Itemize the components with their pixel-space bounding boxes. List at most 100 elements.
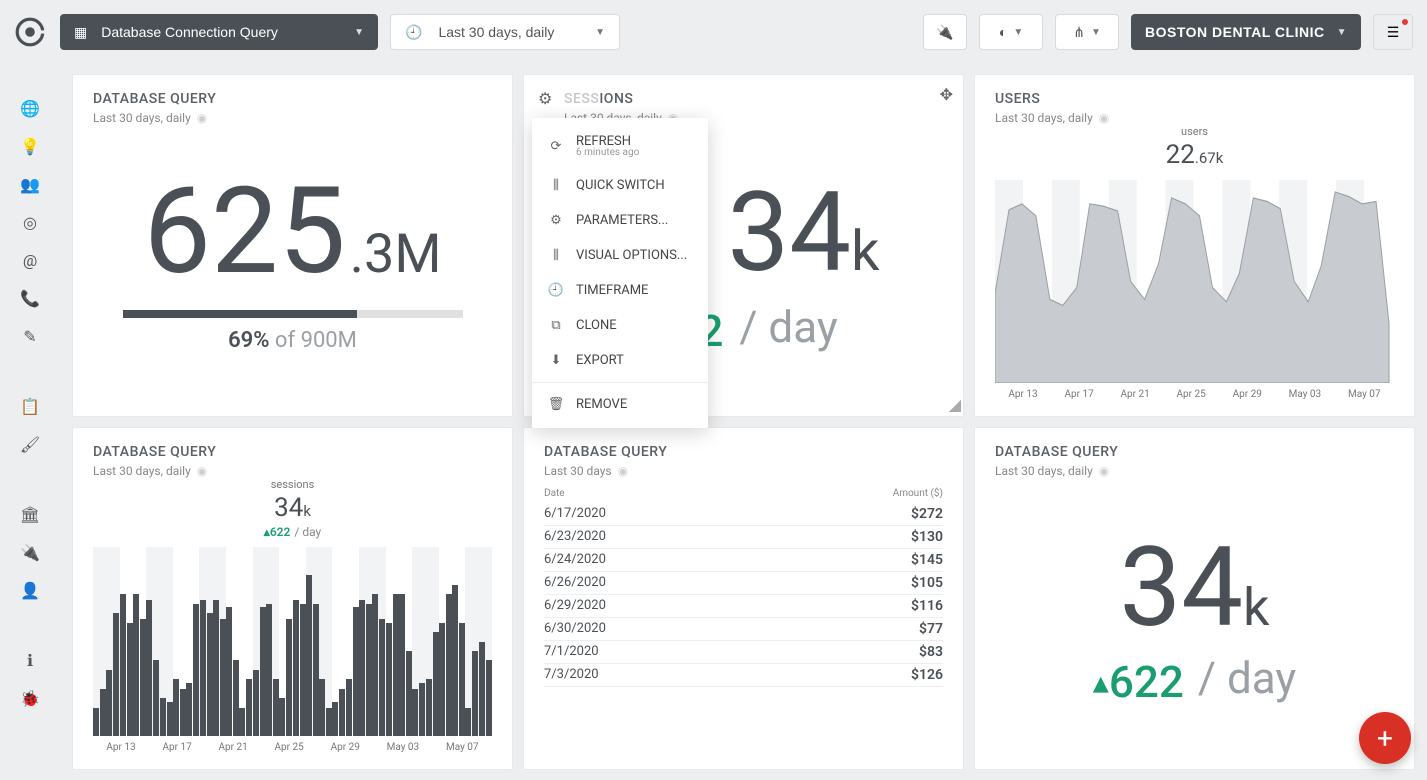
- sidebar-item-bug[interactable]: 🐞: [20, 688, 40, 708]
- org-selector[interactable]: BOSTON DENTAL CLINIC ▼: [1131, 14, 1361, 50]
- table-headers: Date Amount ($): [544, 488, 943, 499]
- metric-value: 34 k: [1119, 523, 1269, 652]
- menu-icon: ☰: [1387, 24, 1400, 41]
- table-row[interactable]: 6/26/2020$105: [544, 572, 943, 595]
- bar-group: [372, 547, 385, 736]
- main-menu-button[interactable]: ☰: [1373, 14, 1413, 50]
- clock-icon: 🕘: [405, 24, 422, 41]
- card-title: SESSIONS: [564, 91, 943, 107]
- menu-item-remove[interactable]: 🗑 REMOVE: [532, 387, 708, 422]
- chevron-down-icon: ▼: [354, 27, 364, 38]
- bar-group: [93, 547, 106, 736]
- menu-item-quick-switch[interactable]: ⫼ QUICK SWITCH: [532, 168, 708, 203]
- visibility-icon: ◉: [618, 464, 628, 478]
- metric-value: 625 .3M: [143, 172, 441, 292]
- chevron-down-icon: ▼: [595, 27, 605, 38]
- table-row[interactable]: 6/24/2020$145: [544, 549, 943, 572]
- x-axis-labels: Apr 13 Apr 17 Apr 21 Apr 25 Apr 29 May 0…: [995, 389, 1394, 400]
- menu-item-refresh[interactable]: ⟳ REFRESH6 minutes ago: [532, 124, 708, 168]
- org-label: BOSTON DENTAL CLINIC: [1145, 24, 1325, 40]
- card-subtitle: Last 30 days ◉: [544, 464, 943, 478]
- move-handle-icon[interactable]: ✥: [940, 85, 953, 104]
- card-subtitle: Last 30 days, daily ◉: [93, 464, 492, 478]
- chart-series-label: users: [995, 125, 1394, 138]
- table-row[interactable]: 6/29/2020$116: [544, 595, 943, 618]
- sidebar-item-bank[interactable]: 🏛: [20, 504, 40, 524]
- bar-group: [319, 547, 332, 736]
- share-button[interactable]: ⋔ ▼: [1055, 14, 1119, 50]
- bar-group: [266, 547, 279, 736]
- bar-group: [239, 547, 252, 736]
- sidebar-item-clipboard[interactable]: 📋: [20, 396, 40, 416]
- visibility-icon: ◉: [197, 464, 207, 478]
- bar-group: [412, 547, 425, 736]
- chevron-down-icon: ▼: [1337, 27, 1347, 38]
- sidebar-item-edit[interactable]: ✎: [20, 326, 40, 346]
- chevron-down-icon: ▼: [1091, 27, 1101, 38]
- bar-group: [359, 547, 372, 736]
- theme-toggle[interactable]: ◐ ▼: [979, 14, 1043, 50]
- menu-item-timeframe[interactable]: 🕘 TIMEFRAME: [532, 273, 708, 308]
- plus-icon: +: [1377, 722, 1393, 755]
- sidebar-item-globe[interactable]: 🌐: [20, 98, 40, 118]
- bar-group: [226, 547, 239, 736]
- time-range-selector[interactable]: 🕘 Last 30 days, daily ▼: [390, 14, 620, 50]
- table-row[interactable]: 6/17/2020$272: [544, 503, 943, 526]
- data-table: 6/17/2020$2726/23/2020$1306/24/2020$1456…: [544, 503, 943, 753]
- sidebar-item-phone[interactable]: 📞: [20, 288, 40, 308]
- chart-series-label: sessions: [93, 478, 492, 491]
- chevron-down-icon: ▼: [1013, 27, 1023, 38]
- plugin-button[interactable]: 🔌: [923, 14, 967, 50]
- add-widget-fab[interactable]: +: [1359, 712, 1411, 764]
- bar-group: [173, 547, 186, 736]
- bar-group: [159, 547, 172, 736]
- app-logo[interactable]: [12, 14, 48, 50]
- visibility-icon: ◉: [197, 111, 207, 125]
- bar-group: [106, 547, 119, 736]
- menu-item-parameters[interactable]: ⚙ PARAMETERS...: [532, 203, 708, 238]
- sidebar-item-plug[interactable]: 🔌: [20, 542, 40, 562]
- visibility-icon: ◉: [1099, 464, 1109, 478]
- card-title: DATABASE QUERY: [544, 444, 943, 460]
- bar-group: [186, 547, 199, 736]
- gear-icon[interactable]: ⚙: [538, 89, 552, 108]
- bar-group: [120, 547, 133, 736]
- card-title: USERS: [995, 91, 1394, 107]
- menu-item-visual-options[interactable]: ⫼ VISUAL OPTIONS...: [532, 238, 708, 273]
- sidebar-item-at[interactable]: @: [20, 250, 40, 270]
- query-selector[interactable]: ▦ Database Connection Query ▼: [60, 14, 378, 50]
- card-subtitle: Last 30 days, daily ◉: [995, 111, 1394, 125]
- card-title: DATABASE QUERY: [93, 91, 492, 107]
- card-sessions-bar-chart: DATABASE QUERY Last 30 days, daily ◉ ses…: [72, 427, 513, 770]
- sidebar-item-info[interactable]: ℹ: [20, 650, 40, 670]
- card-title: DATABASE QUERY: [93, 444, 492, 460]
- progress-bar: [123, 310, 463, 318]
- table-row[interactable]: 7/1/2020$83: [544, 641, 943, 664]
- menu-item-export[interactable]: ⬇ EXPORT: [532, 343, 708, 378]
- sidebar-item-people[interactable]: 👥: [20, 174, 40, 194]
- share-icon: ⋔: [1073, 24, 1085, 41]
- bar-group: [199, 547, 212, 736]
- bar-group: [253, 547, 266, 736]
- app-header: ▦ Database Connection Query ▼ 🕘 Last 30 …: [0, 0, 1427, 64]
- sidebar-item-bulb[interactable]: 💡: [20, 136, 40, 156]
- table-row[interactable]: 6/30/2020$77: [544, 618, 943, 641]
- table-row[interactable]: 7/3/2020$126: [544, 664, 943, 687]
- sidebar-item-target[interactable]: ◎: [20, 212, 40, 232]
- card-database-query-metric: DATABASE QUERY Last 30 days, daily ◉ 625…: [72, 74, 513, 417]
- bar-group: [213, 547, 226, 736]
- bar-group: [479, 547, 492, 736]
- area-chart: [995, 180, 1394, 383]
- dashboard-icon: ▦: [74, 24, 87, 41]
- table-row[interactable]: 6/23/2020$130: [544, 526, 943, 549]
- up-arrow-icon: ▴: [1093, 663, 1109, 701]
- sidebar-item-brush[interactable]: 🖌: [20, 434, 40, 454]
- sidebar-item-account[interactable]: 👤: [20, 580, 40, 600]
- trash-icon: 🗑: [548, 397, 564, 412]
- sidebar-nav: 🌐 💡 👥 ◎ @ 📞 ✎ 📋 🖌 🏛 🔌 👤 ℹ 🐞: [0, 64, 60, 780]
- resize-handle-icon[interactable]: ◢: [949, 395, 961, 414]
- menu-item-clone[interactable]: ⧉ CLONE: [532, 308, 708, 343]
- bar-group: [133, 547, 146, 736]
- theme-icon: ◐: [999, 24, 1007, 40]
- bar-group: [279, 547, 292, 736]
